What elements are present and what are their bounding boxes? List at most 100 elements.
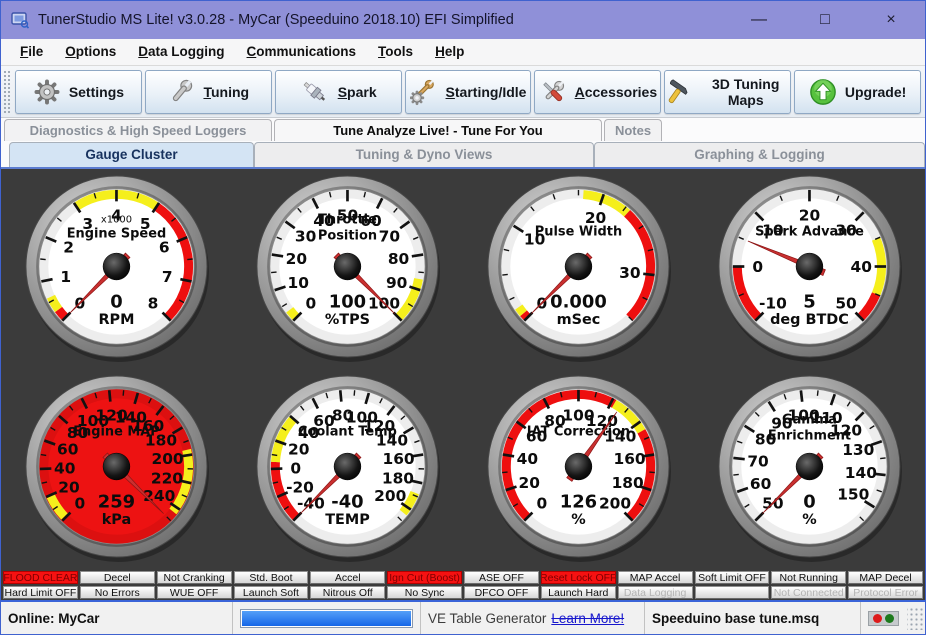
tab-diagnostics-high-speed-loggers[interactable]: Diagnostics & High Speed Loggers: [4, 119, 272, 141]
crossed-tools-icon: [539, 78, 567, 106]
svg-text:TEMP: TEMP: [325, 512, 370, 528]
accessories-button[interactable]: Accessories: [534, 70, 661, 114]
learn-more-link[interactable]: Learn More!: [551, 611, 624, 626]
gauge-spark-advance-dial: -1001020304050Spark Advance5deg BTDC: [706, 171, 913, 368]
svg-text:50: 50: [835, 294, 856, 312]
tuning-button[interactable]: Tuning: [145, 70, 272, 114]
indicator-row2: Hard Limit OFFNo ErrorsWUE OFFLaunch Sof…: [3, 586, 923, 599]
tune-file-name: Speeduino base tune.msq: [652, 611, 819, 626]
svg-text:%TPS: %TPS: [325, 312, 370, 328]
svg-text:259: 259: [98, 492, 135, 513]
gauge-pulse-width[interactable]: 0102030Pulse Width0.000mSec: [463, 169, 694, 370]
svg-text:140: 140: [845, 464, 877, 482]
toolbar-drag-handle[interactable]: [3, 70, 12, 114]
indicator-nitrous-off: Nitrous Off: [310, 586, 385, 599]
3d-tuning-maps-label: 3D Tuning Maps: [701, 76, 790, 108]
gear-icon: [33, 78, 61, 106]
svg-text:70: 70: [747, 453, 768, 471]
gauge-engine-speed[interactable]: 012345678x1000Engine Speed0RPM: [1, 169, 232, 370]
menu-data-logging[interactable]: Data Logging: [129, 39, 233, 65]
indicator-no-errors: No Errors: [80, 586, 155, 599]
tab-tuning-dyno-views[interactable]: Tuning & Dyno Views: [254, 142, 594, 167]
indicator-protocol-error: Protocol Error: [848, 586, 923, 599]
tab-gauge-cluster[interactable]: Gauge Cluster: [9, 142, 254, 167]
tab-graphing-logging[interactable]: Graphing & Logging: [594, 142, 925, 167]
wrench-icon: [167, 78, 195, 106]
indicator-launch-hard: Launch Hard: [541, 586, 616, 599]
svg-text:30: 30: [295, 227, 316, 245]
starting-idle-label: Starting/Idle: [446, 84, 527, 100]
tab-tune-analyze-live[interactable]: Tune Analyze Live! - Tune For You: [274, 119, 602, 141]
upgrade-button[interactable]: Upgrade!: [794, 70, 921, 114]
maximize-icon[interactable]: □: [815, 10, 835, 30]
svg-text:-10: -10: [759, 294, 787, 312]
indicator-row1: FLOOD CLEARDecelNot CrankingStd. BootAcc…: [3, 571, 923, 584]
gauge-engine-speed-dial: 012345678x1000Engine Speed0RPM: [13, 171, 220, 368]
gauge-spark-advance[interactable]: -1001020304050Spark Advance5deg BTDC: [694, 169, 925, 370]
svg-text:0: 0: [290, 460, 301, 478]
gauge-iat-correction-dial: 020406080100120140160180200IAT Correctio…: [475, 371, 682, 568]
menu-communications[interactable]: Communications: [238, 39, 366, 65]
indicator-accel: Accel: [310, 571, 385, 584]
svg-text:1: 1: [60, 268, 71, 286]
app-window: TunerStudio MS Lite! v3.0.28 - MyCar (Sp…: [0, 0, 926, 635]
svg-text:150: 150: [837, 486, 869, 504]
svg-text:10: 10: [288, 274, 309, 292]
view-tab-bar: Gauge Cluster Tuning & Dyno Views Graphi…: [1, 141, 925, 167]
indicator-reset-lock-off: Reset Lock OFF: [541, 571, 616, 584]
starting-idle-button[interactable]: Starting/Idle: [405, 70, 532, 114]
indicator-map-decel: MAP Decel: [848, 571, 923, 584]
app-icon: [11, 11, 29, 29]
svg-text:Enrichment: Enrichment: [768, 429, 851, 444]
svg-text:180: 180: [612, 474, 644, 492]
tuning-label: Tuning: [203, 84, 249, 100]
svg-text:Pulse Width: Pulse Width: [535, 224, 622, 239]
svg-text:Gamma: Gamma: [782, 413, 837, 428]
gauge-gamma-enrichment[interactable]: 5060708090100110120130140150GammaEnrichm…: [694, 370, 925, 571]
resize-grip[interactable]: [907, 606, 923, 630]
indicator-data-logging: Data Logging: [618, 586, 693, 599]
menu-tools[interactable]: Tools: [369, 39, 422, 65]
gauge-engine-map[interactable]: 020406080100120140160180200220240Engine …: [1, 370, 232, 571]
toolbar: Settings Tuning: [1, 66, 925, 118]
window-title: TunerStudio MS Lite! v3.0.28 - MyCar (Sp…: [38, 12, 514, 28]
svg-text:100: 100: [329, 291, 366, 312]
menu-options[interactable]: Options: [56, 39, 125, 65]
svg-text:%: %: [802, 512, 816, 528]
svg-text:160: 160: [614, 450, 646, 468]
indicator-dfco-off: DFCO OFF: [464, 586, 539, 599]
svg-text:mSec: mSec: [557, 312, 601, 328]
svg-text:0: 0: [537, 495, 548, 513]
svg-text:240: 240: [143, 487, 175, 505]
gauge-throttle-position[interactable]: 0102030405060708090100ThrottlePosition10…: [232, 169, 463, 370]
green-up-arrow-icon: [809, 78, 837, 106]
svg-text:200: 200: [152, 450, 184, 468]
settings-button[interactable]: Settings: [15, 70, 142, 114]
tab-notes[interactable]: Notes: [604, 119, 662, 141]
comm-lights: [868, 611, 899, 626]
svg-text:Engine Speed: Engine Speed: [67, 226, 167, 241]
gauge-gamma-enrichment-dial: 5060708090100110120130140150GammaEnrichm…: [706, 371, 913, 568]
svg-text:40: 40: [851, 258, 872, 276]
ve-table-generator-label: VE Table Generator: [428, 611, 546, 626]
gauge-pulse-width-dial: 0102030Pulse Width0.000mSec: [475, 171, 682, 368]
svg-text:130: 130: [842, 441, 874, 459]
svg-text:0: 0: [110, 291, 122, 312]
svg-text:180: 180: [382, 470, 414, 488]
menu-file[interactable]: File: [11, 39, 52, 65]
svg-text:20: 20: [286, 250, 307, 268]
gauge-iat-correction[interactable]: 020406080100120140160180200IAT Correctio…: [463, 370, 694, 571]
gauge-coolant-temp[interactable]: -40-20020406080100120140160180200Coolant…: [232, 370, 463, 571]
3d-tuning-maps-button[interactable]: 3D Tuning Maps: [664, 70, 791, 114]
svg-text:Coolant Temp: Coolant Temp: [298, 425, 397, 440]
svg-text:90: 90: [386, 274, 407, 292]
indicator-map-accel: MAP Accel: [618, 571, 693, 584]
svg-text:160: 160: [383, 450, 415, 468]
spark-button[interactable]: Spark: [275, 70, 402, 114]
svg-text:200: 200: [374, 487, 406, 505]
indicator-launch-soft: Launch Soft: [234, 586, 309, 599]
menu-help[interactable]: Help: [426, 39, 473, 65]
svg-text:0.000: 0.000: [550, 291, 607, 312]
close-icon[interactable]: ×: [881, 10, 901, 30]
minimize-icon[interactable]: —: [749, 10, 769, 30]
